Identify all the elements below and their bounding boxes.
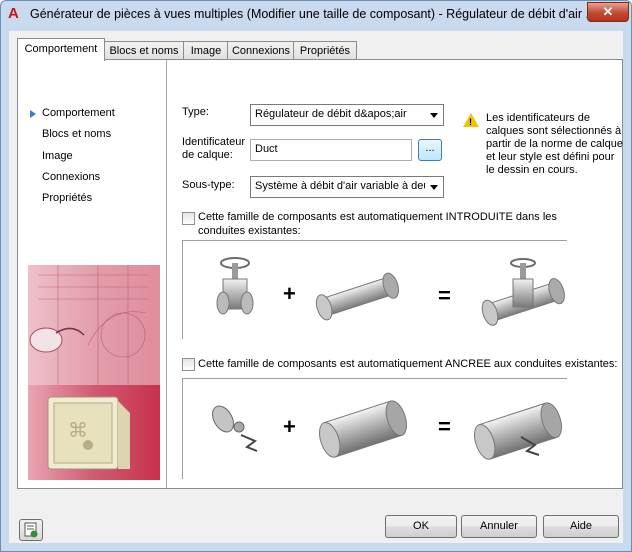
inline-illustration: + = [182,240,567,339]
plus-sign: + [283,281,296,306]
anchored-checkbox-label: Cette famille de composants est automati… [198,358,618,370]
equals-sign: = [438,283,451,308]
type-label: Type: [182,106,209,118]
warning-exclamation-glyph: ! [469,117,472,127]
chevron-down-icon [430,113,438,118]
dialog-client-area: Comportement Blocs et noms Image Connexi… [9,31,623,543]
tab-connexions[interactable]: Connexions [227,41,295,60]
inline-checkbox[interactable] [182,212,195,225]
layer-key-label-line2: de calque: [182,149,233,161]
details-toggle-button[interactable] [19,519,43,541]
autocad-app-icon: A [8,5,19,22]
subtype-label: Sous-type: [182,179,235,191]
layer-key-field[interactable]: Duct [250,139,412,161]
tab-blocs-et-noms[interactable]: Blocs et noms [103,41,185,60]
tab-image[interactable]: Image [183,41,229,60]
title-bar: A Générateur de pièces à vues multiples … [1,1,631,29]
inline-checkbox-label-line2: conduites existantes: [198,225,301,237]
nav-item-blocs-et-noms[interactable]: Blocs et noms [42,128,111,140]
cancel-button[interactable]: Annuler [461,515,537,538]
duct-icon [315,272,400,321]
window-title: Générateur de pièces à vues multiples (M… [30,7,596,21]
nav-item-image[interactable]: Image [42,150,73,162]
layer-key-label-line1: Identificateur [182,136,245,148]
inline-diagram-graphic: + = [216,257,565,326]
help-button[interactable]: Aide [543,515,619,538]
nav-item-proprietes[interactable]: Propriétés [42,192,92,204]
subtype-dropdown[interactable]: Système à débit d'air variable à deu [250,176,444,198]
details-icon [24,522,38,538]
side-nav: Comportement Blocs et noms Image Connexi… [18,60,167,488]
ok-button[interactable]: OK [385,515,457,538]
nav-item-comportement[interactable]: Comportement [42,107,115,119]
damper-icon [212,405,258,452]
chevron-down-icon [430,185,438,190]
anchored-checkbox[interactable] [182,358,195,371]
large-duct-icon [319,400,407,458]
part-builder-illustration-image: ⌘ [28,265,160,480]
layer-info-text: Les identificateurs de calques sont séle… [486,112,623,176]
tab-comportement[interactable]: Comportement [17,38,105,61]
current-page-arrow-icon [30,110,36,118]
close-button[interactable]: ✕ [587,2,629,22]
layer-key-value: Duct [255,143,278,155]
inline-checkbox-label-line1: Cette famille de composants est automati… [198,211,557,223]
damper-in-duct-icon [474,402,562,460]
valve-icon [216,257,254,315]
anchored-illustration: + = [182,378,567,479]
equals-sign: = [438,414,451,439]
type-dropdown-value: Régulateur de débit d&apos;air [255,108,407,120]
subtype-dropdown-value: Système à débit d'air variable à deu [255,180,425,192]
tab-panel: Comportement Blocs et noms Image Connexi… [17,59,623,489]
svg-text:⌘: ⌘ [68,418,88,442]
anchored-diagram-graphic: + = [212,400,562,460]
browse-layer-button[interactable]: ... [418,139,442,161]
nav-item-connexions[interactable]: Connexions [42,171,100,183]
tab-proprietes[interactable]: Propriétés [293,41,357,60]
type-dropdown[interactable]: Régulateur de débit d&apos;air [250,104,444,126]
plus-sign: + [283,414,296,439]
dialog-window: A Générateur de pièces à vues multiples … [0,0,632,552]
